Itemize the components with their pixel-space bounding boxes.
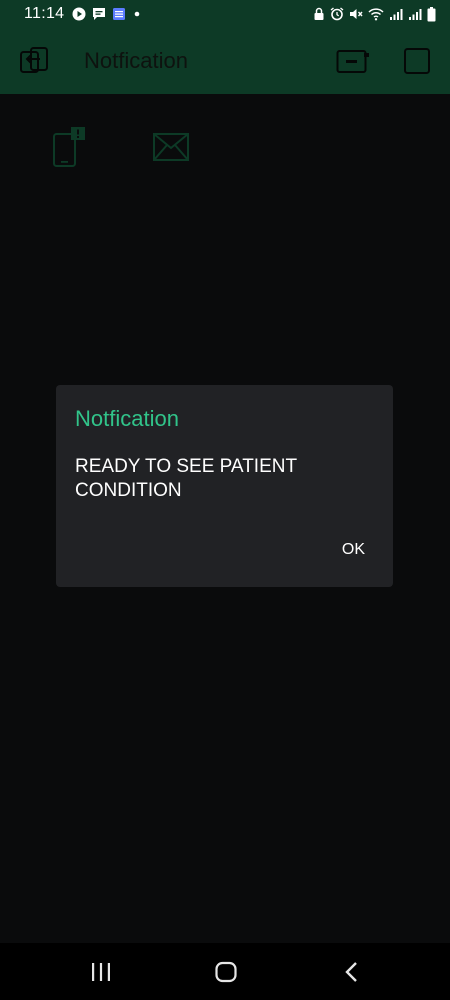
square-icon[interactable] <box>403 47 431 75</box>
lock-icon <box>314 7 324 20</box>
navigation-bar <box>0 943 450 1000</box>
status-left-icons <box>72 6 142 22</box>
dialog-title: Notfication <box>75 406 179 431</box>
recent-apps-icon[interactable] <box>89 961 113 983</box>
back-icon[interactable] <box>340 961 364 983</box>
app-bar: Notfication <box>0 28 450 94</box>
notification-dialog: Notfication READY TO SEE PATIENT CONDITI… <box>56 385 393 587</box>
battery-icon <box>427 6 436 21</box>
mute-icon <box>350 9 363 19</box>
play-circle-icon <box>72 7 86 21</box>
email-icon[interactable] <box>152 132 190 162</box>
chat-icon <box>93 8 105 20</box>
calendar-icon <box>113 8 125 20</box>
dot-icon <box>134 11 140 17</box>
signal-icon <box>409 9 422 20</box>
device-icon[interactable] <box>336 48 370 74</box>
wifi-icon <box>368 8 384 21</box>
status-time: 11:14 <box>24 5 65 22</box>
ok-button[interactable]: OK <box>338 539 369 561</box>
status-bar: 11:14 <box>0 0 450 28</box>
signal-icon <box>390 9 403 20</box>
page-title: Notfication <box>84 48 188 73</box>
screen: 11:14 Notfication Notfication READY TO S… <box>0 0 450 1000</box>
alarm-icon <box>330 7 344 21</box>
status-right-icons <box>313 6 436 22</box>
dialog-message: READY TO SEE PATIENT CONDITION <box>75 456 297 501</box>
exit-icon[interactable] <box>19 46 49 76</box>
phone-notification-icon[interactable] <box>52 126 88 168</box>
home-icon[interactable] <box>214 961 238 983</box>
